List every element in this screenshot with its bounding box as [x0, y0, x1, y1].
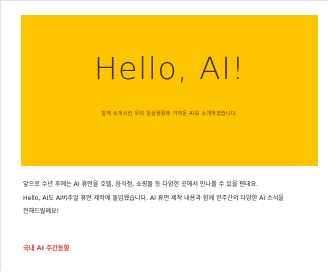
newsletter-card: Hello, AI! 함께 소개시킨 우리 일상생활에 가까운 AI를 소개하겠…	[0, 0, 328, 271]
intro-text: 앞으로 수년 후에는 AI 휴먼을 호텔, 음식점, 쇼핑몰 등 다양한 곳에서…	[23, 178, 323, 219]
hero-subtitle: 함께 소개시킨 우리 일상생활에 가까운 AI를 소개하겠습니다.	[101, 111, 238, 117]
hero-banner: Hello, AI! 함께 소개시킨 우리 일상생활에 가까운 AI를 소개하겠…	[21, 15, 318, 166]
intro-line-1: 앞으로 수년 후에는 AI 휴먼을 호텔, 음식점, 쇼핑몰 등 다양한 곳에서…	[23, 181, 259, 188]
hero-title: Hello, AI!	[93, 51, 246, 87]
weekly-news-link[interactable]: 국내 AI 주간동향	[23, 243, 69, 252]
intro-line-3: 전해드릴께요!	[23, 208, 60, 215]
intro-line-2: Hello, AI도 AI버추얼 휴먼 제작에 돌입했습니다. AI 휴먼 제작…	[23, 194, 284, 202]
